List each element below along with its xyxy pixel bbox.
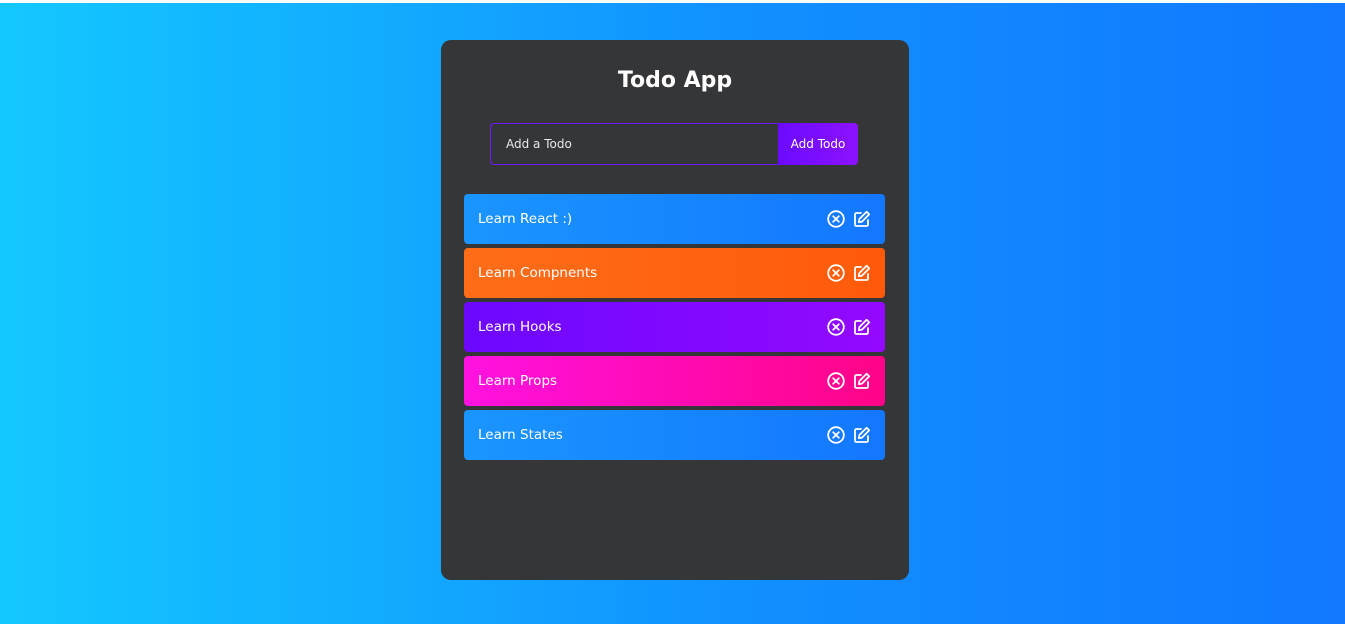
todo-row: Learn States [464,410,885,460]
edit-icon[interactable] [853,210,871,228]
todo-text[interactable]: Learn Compnents [478,265,827,281]
todo-text[interactable]: Learn States [478,427,827,443]
edit-icon[interactable] [853,318,871,336]
todo-text[interactable]: Learn Hooks [478,319,827,335]
todo-actions [827,264,871,282]
todo-actions [827,318,871,336]
top-border [0,0,1345,3]
todo-actions [827,210,871,228]
todo-app-panel: Todo App Add Todo Learn React :) Learn C… [441,40,909,580]
todo-actions [827,426,871,444]
add-todo-button[interactable]: Add Todo [778,123,858,165]
todo-input[interactable] [490,123,778,165]
todo-text[interactable]: Learn React :) [478,211,827,227]
todo-text[interactable]: Learn Props [478,373,827,389]
todo-list: Learn React :) Learn Compnents Learn Hoo… [464,194,885,464]
app-title: Todo App [617,68,733,93]
edit-icon[interactable] [853,426,871,444]
todo-row: Learn Compnents [464,248,885,298]
close-circle-icon[interactable] [827,264,845,282]
todo-row: Learn Hooks [464,302,885,352]
todo-row: Learn Props [464,356,885,406]
todo-actions [827,372,871,390]
todo-row: Learn React :) [464,194,885,244]
close-circle-icon[interactable] [827,210,845,228]
todo-form: Add Todo [490,123,858,165]
edit-icon[interactable] [853,372,871,390]
close-circle-icon[interactable] [827,426,845,444]
close-circle-icon[interactable] [827,372,845,390]
close-circle-icon[interactable] [827,318,845,336]
edit-icon[interactable] [853,264,871,282]
